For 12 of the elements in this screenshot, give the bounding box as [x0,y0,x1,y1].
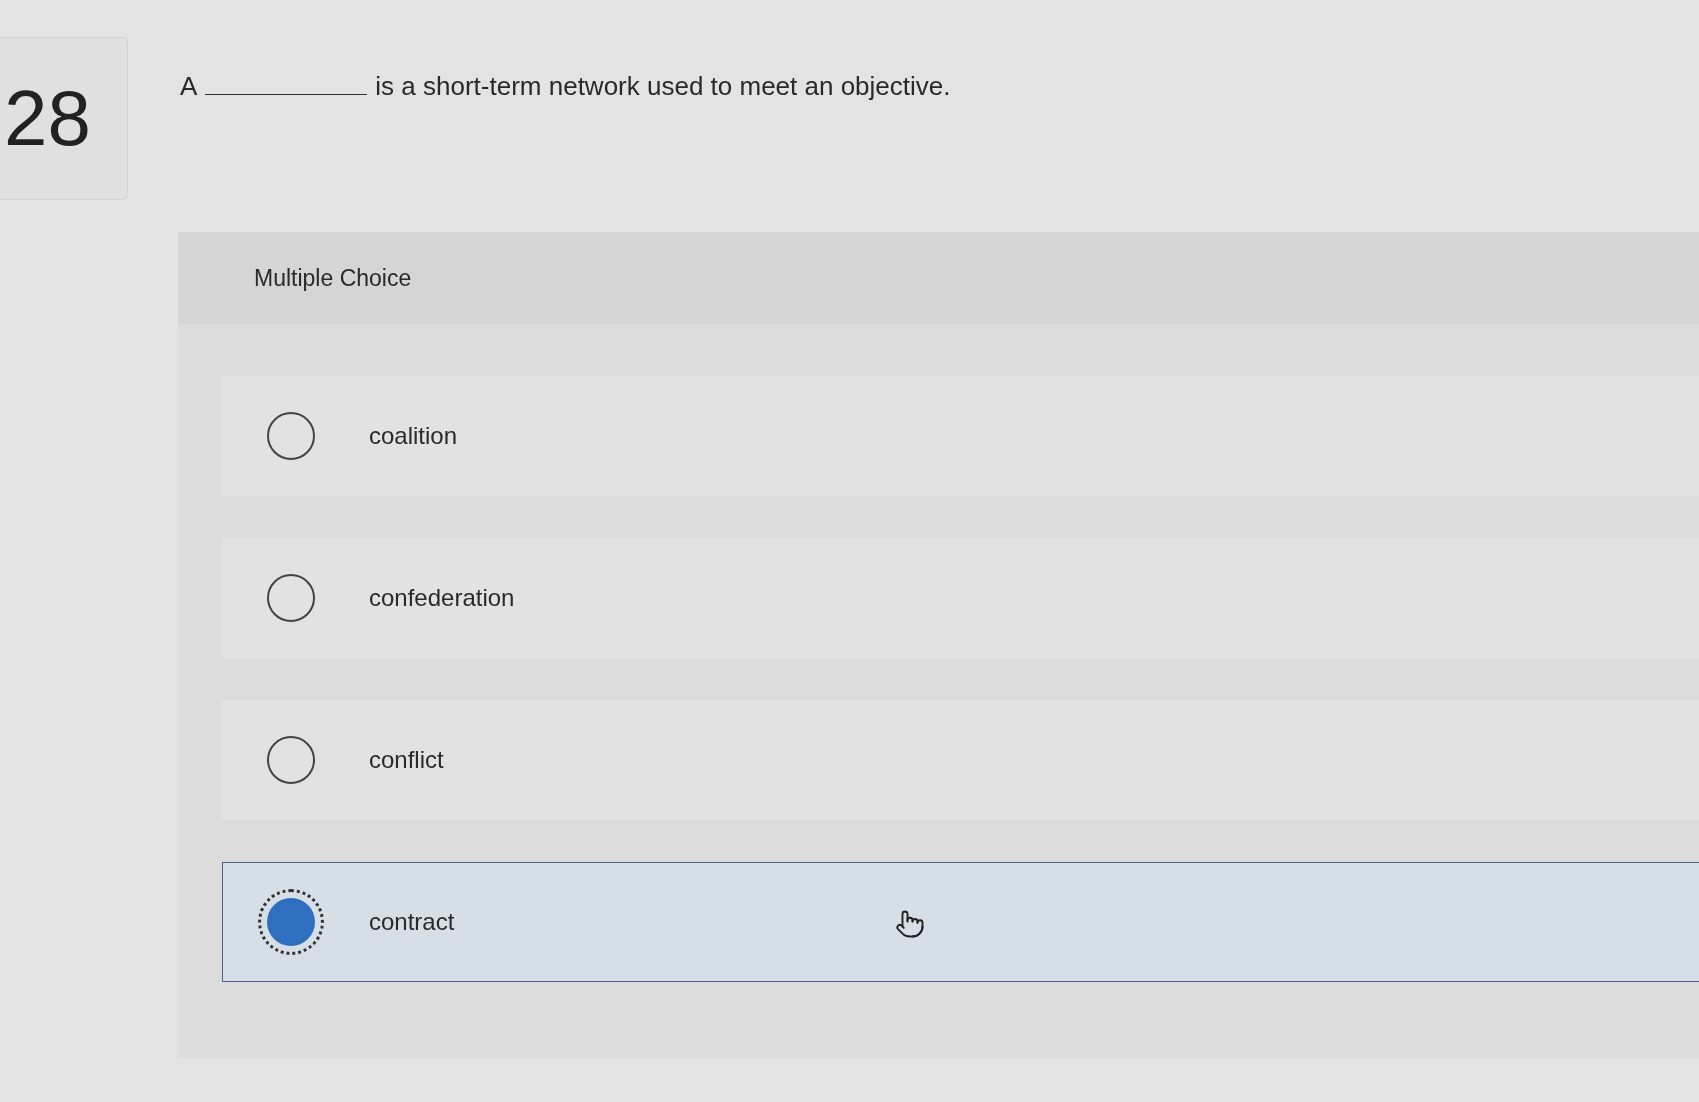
radio-button[interactable] [267,736,315,784]
answer-option[interactable]: conflict [222,700,1699,820]
answer-option[interactable]: coalition [222,376,1699,496]
radio-button[interactable] [267,574,315,622]
question-type-label: Multiple Choice [178,232,1699,324]
hand-cursor-icon [895,909,925,939]
answer-option[interactable]: contract [222,862,1699,982]
question-number: 28 [0,37,128,200]
answer-option[interactable]: confederation [222,538,1699,658]
question-text: is a short-term network used to meet an objective. [375,71,951,102]
radio-button[interactable] [267,412,315,460]
question-text: A [180,71,198,102]
